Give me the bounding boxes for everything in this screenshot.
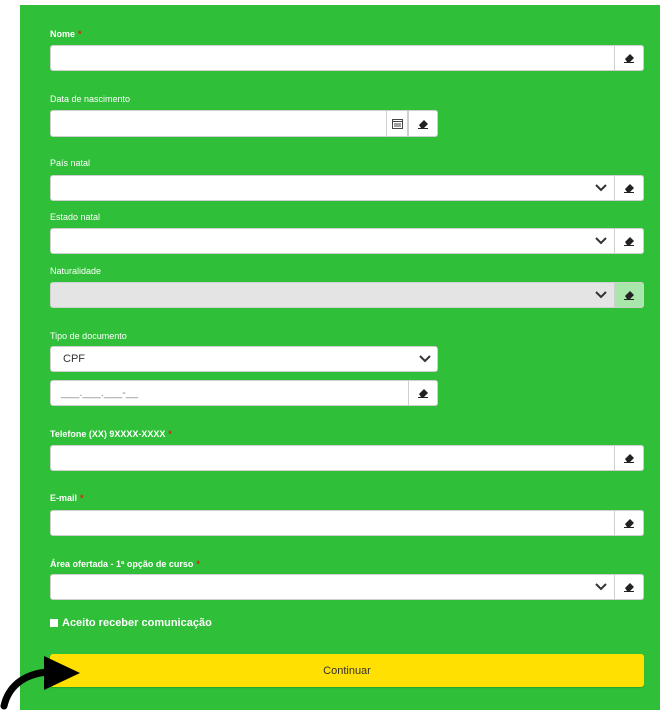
- tipo-documento-value: CPF: [63, 353, 85, 365]
- calendar-icon: [391, 119, 403, 129]
- eraser-icon: [624, 583, 634, 592]
- data-nascimento-clear-button[interactable]: [408, 110, 438, 137]
- documento-input[interactable]: ___.___.___-__: [50, 380, 438, 406]
- chevron-down-icon: [419, 354, 431, 364]
- eraser-icon: [418, 389, 428, 398]
- eraser-icon: [624, 237, 634, 246]
- email-label: E-mail *: [50, 493, 84, 503]
- consent-label: Aceito receber comunicação: [62, 617, 212, 629]
- eraser-icon: [418, 119, 428, 129]
- curved-arrow-icon: [0, 656, 80, 710]
- naturalidade-label: Naturalidade: [50, 266, 102, 276]
- documento-clear-button[interactable]: [408, 380, 438, 406]
- estado-natal-label: Estado natal: [50, 212, 101, 222]
- email-input[interactable]: [50, 510, 644, 536]
- chevron-down-icon: [595, 183, 607, 193]
- telefone-label: Telefone (XX) 9XXXX-XXXX *: [50, 429, 172, 439]
- pais-natal-select[interactable]: [50, 175, 644, 201]
- calendar-button[interactable]: [386, 110, 408, 137]
- continue-button[interactable]: Continuar: [50, 654, 644, 687]
- telefone-clear-button[interactable]: [614, 445, 644, 471]
- documento-mask: ___.___.___-__: [61, 387, 139, 399]
- eraser-icon: [624, 454, 634, 463]
- chevron-down-icon: [595, 290, 607, 300]
- eraser-icon: [624, 54, 634, 63]
- email-clear-button[interactable]: [614, 510, 644, 536]
- eraser-icon: [624, 519, 634, 528]
- chevron-down-icon: [595, 582, 607, 592]
- nome-input[interactable]: [50, 45, 644, 71]
- eraser-icon: [624, 291, 634, 300]
- tipo-documento-select[interactable]: CPF: [50, 346, 438, 372]
- nome-clear-button[interactable]: [614, 45, 644, 71]
- naturalidade-clear-button[interactable]: [614, 282, 644, 308]
- pais-natal-clear-button[interactable]: [614, 175, 644, 201]
- nome-label: Nome *: [50, 29, 82, 39]
- data-nascimento-label: Data de nascimento: [50, 94, 131, 104]
- area-label: Área ofertada - 1ª opção de curso *: [50, 559, 200, 569]
- naturalidade-select[interactable]: [50, 282, 644, 308]
- eraser-icon: [624, 184, 634, 193]
- consent-checkbox-row[interactable]: Aceito receber comunicação: [50, 617, 212, 629]
- tipo-documento-label: Tipo de documento: [50, 331, 127, 341]
- pais-natal-label: País natal: [50, 158, 91, 168]
- estado-natal-clear-button[interactable]: [614, 228, 644, 254]
- data-nascimento-input[interactable]: [50, 110, 438, 137]
- estado-natal-select[interactable]: [50, 228, 644, 254]
- chevron-down-icon: [595, 236, 607, 246]
- telefone-input[interactable]: [50, 445, 644, 471]
- area-select[interactable]: [50, 574, 644, 600]
- consent-checkbox[interactable]: [50, 619, 58, 627]
- area-clear-button[interactable]: [614, 574, 644, 600]
